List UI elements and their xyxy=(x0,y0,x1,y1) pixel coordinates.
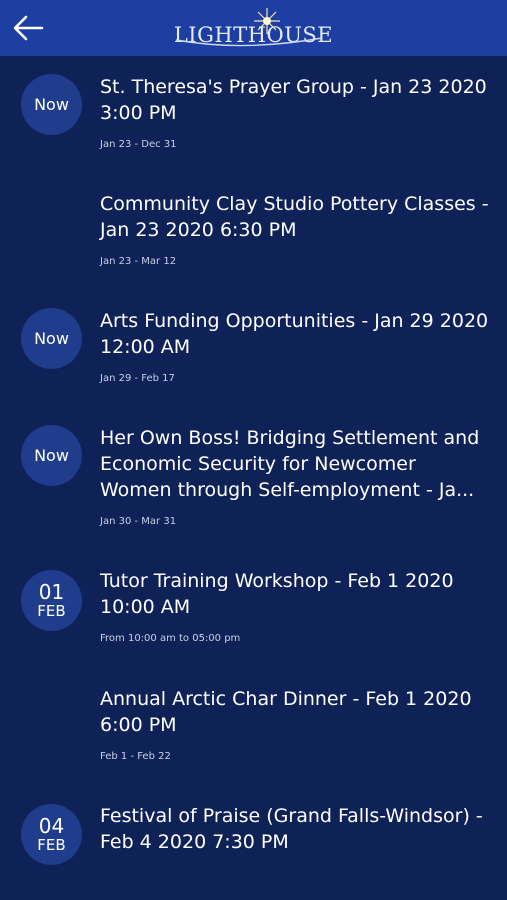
badge-label: Now xyxy=(34,95,69,114)
now-badge: Now xyxy=(21,308,82,369)
date-badge: 01 FEB xyxy=(21,570,82,631)
lighthouse-star-icon xyxy=(253,8,280,34)
event-title: St. Theresa's Prayer Group - Jan 23 2020… xyxy=(100,76,487,124)
date-month: FEB xyxy=(37,835,66,854)
event-list[interactable]: Now St. Theresa's Prayer Group - Jan 23 … xyxy=(0,56,507,900)
date-badge: 04 FEB xyxy=(21,804,82,865)
event-time-range: From 10:00 am to 05:00 pm xyxy=(100,633,241,644)
event-date-range: Jan 23 - Dec 31 xyxy=(100,139,177,150)
now-badge: Now xyxy=(21,74,82,135)
event-date-range: Jan 30 - Mar 31 xyxy=(100,516,177,527)
list-item[interactable]: Community Clay Studio Pottery Classes - … xyxy=(0,189,507,289)
event-date-range: Feb 1 - Feb 22 xyxy=(100,751,171,762)
list-item[interactable]: Now Her Own Boss! Bridging Settlement an… xyxy=(0,424,507,554)
badge-label: Now xyxy=(34,329,69,348)
event-title: Annual Arctic Char Dinner - Feb 1 2020 6… xyxy=(100,688,472,736)
back-button[interactable] xyxy=(8,8,48,48)
date-day: 04 xyxy=(38,813,65,838)
now-badge: Now xyxy=(21,425,82,486)
list-item[interactable]: Now Arts Funding Opportunities - Jan 29 … xyxy=(0,307,507,407)
date-day: 01 xyxy=(38,579,65,604)
app-header: LIGHTHOUSE xyxy=(0,0,507,56)
badge-label: Now xyxy=(34,446,69,465)
event-title: Her Own Boss! Bridging Settlement and Ec… xyxy=(100,427,480,501)
event-title: Community Clay Studio Pottery Classes - … xyxy=(100,193,489,241)
event-date-range: Jan 23 - Mar 12 xyxy=(100,256,177,267)
list-item[interactable]: Now St. Theresa's Prayer Group - Jan 23 … xyxy=(0,72,507,172)
event-date-range: Jan 29 - Feb 17 xyxy=(100,373,175,384)
list-item[interactable]: 01 FEB Tutor Training Workshop - Feb 1 2… xyxy=(0,567,507,667)
lighthouse-logo: LIGHTHOUSE xyxy=(174,6,333,50)
list-item[interactable]: Annual Arctic Char Dinner - Feb 1 2020 6… xyxy=(0,684,507,784)
event-title: Arts Funding Opportunities - Jan 29 2020… xyxy=(100,310,489,358)
arrow-left-icon xyxy=(13,15,44,41)
event-title: Festival of Praise (Grand Falls-Windsor)… xyxy=(100,805,483,853)
logo-swoosh-icon xyxy=(175,37,322,47)
date-month: FEB xyxy=(37,601,66,620)
list-item[interactable]: 04 FEB Festival of Praise (Grand Falls-W… xyxy=(0,802,507,900)
event-title: Tutor Training Workshop - Feb 1 2020 10:… xyxy=(100,570,454,618)
